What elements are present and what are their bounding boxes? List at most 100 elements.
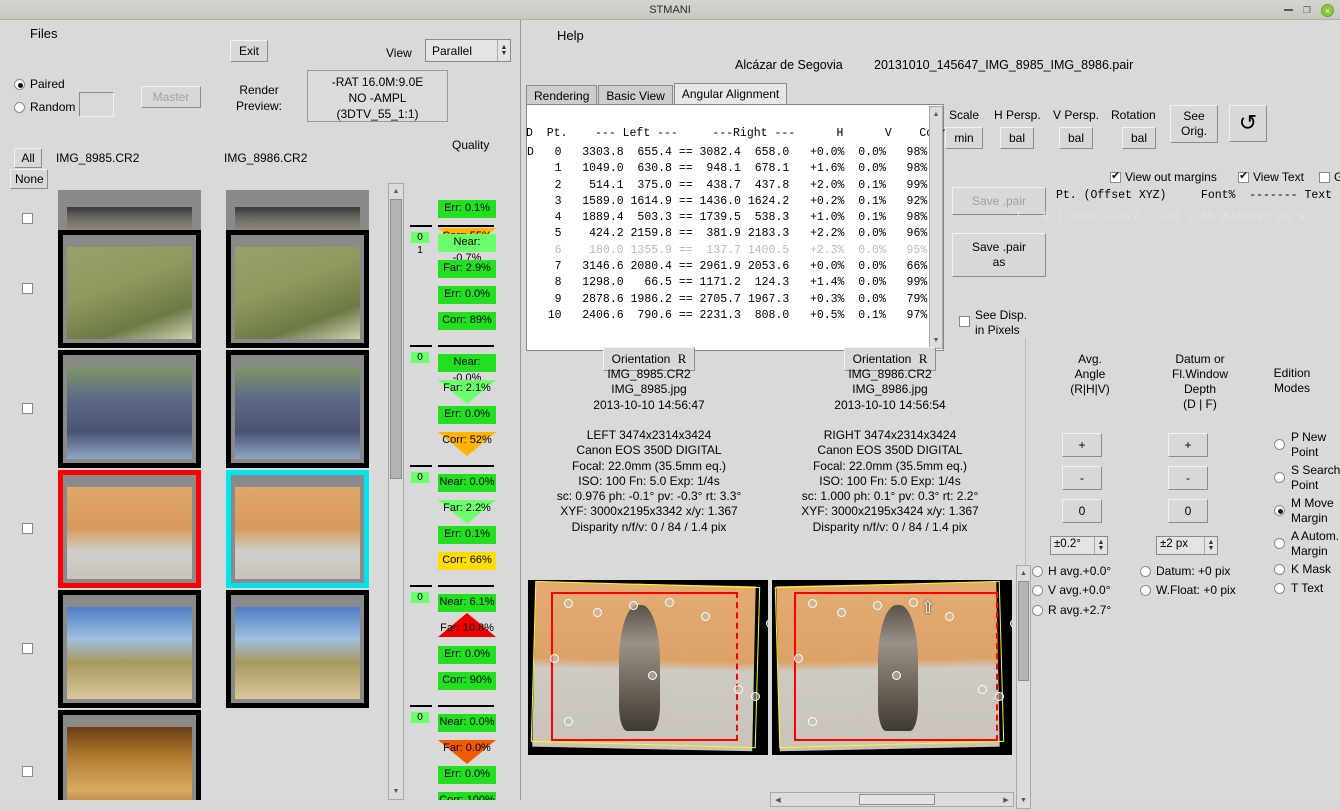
preview-control-point[interactable] bbox=[908, 597, 918, 607]
random-count-field[interactable] bbox=[79, 92, 114, 117]
thumbnail-left[interactable] bbox=[58, 230, 201, 348]
thumbnail-checkbox[interactable] bbox=[22, 523, 33, 534]
preview-control-point[interactable] bbox=[549, 653, 559, 663]
thumbnail-right[interactable] bbox=[226, 470, 369, 588]
radio-paired[interactable]: Paired bbox=[14, 77, 65, 91]
thumbnail-right[interactable] bbox=[226, 230, 369, 348]
view-text-checkbox[interactable]: View Text bbox=[1238, 170, 1304, 184]
view-mode-select[interactable]: Parallel ▲ ▼ bbox=[425, 39, 511, 62]
scroll-down-icon[interactable]: ▼ bbox=[390, 785, 402, 798]
preview-control-point[interactable] bbox=[793, 653, 803, 663]
table-row[interactable]: D 0 3303.8 655.4 == 3082.4 658.0 +0.0% 0… bbox=[527, 145, 927, 161]
help-menu[interactable]: Help bbox=[557, 28, 584, 43]
h-avg-radio[interactable]: H avg.+0.0° bbox=[1032, 564, 1111, 578]
edition-mode-a[interactable]: A Autom. Margin bbox=[1274, 527, 1340, 560]
text-annotations-row[interactable]: T 0 (-1092 +1477 +4) 2.5% Alcazar de S bbox=[1015, 211, 1305, 224]
h-persp-bal-button[interactable]: bal bbox=[1000, 127, 1034, 149]
view-text-check-icon[interactable] bbox=[1238, 170, 1249, 183]
preview-control-point[interactable] bbox=[765, 618, 768, 628]
points-table-body[interactable]: D 0 3303.8 655.4 == 3082.4 658.0 +0.0% 0… bbox=[527, 145, 927, 324]
table-row[interactable]: 5 424.2 2159.8 == 381.9 2183.3 +2.2% 0.0… bbox=[527, 226, 928, 242]
table-row[interactable]: 2 514.1 375.0 == 438.7 437.8 +2.0% 0.1% … bbox=[527, 178, 928, 194]
view-out-margins-check-icon[interactable] bbox=[1110, 170, 1121, 183]
table-row[interactable]: 6 180.0 1355.9 == 137.7 1400.5 +2.3% 0.0… bbox=[527, 243, 928, 259]
preview-scroll-down-icon[interactable]: ▼ bbox=[1018, 794, 1029, 807]
edition-mode-p[interactable]: P New Point bbox=[1274, 428, 1340, 461]
preview-control-point[interactable] bbox=[628, 601, 638, 610]
table-row[interactable]: 4 1889.4 503.3 == 1739.5 538.3 +1.0% 0.1… bbox=[527, 210, 928, 226]
thumbnail-checkbox[interactable] bbox=[22, 403, 33, 414]
table-row[interactable]: 9 2878.6 1986.2 == 2705.7 1967.3 +0.3% 0… bbox=[527, 292, 928, 308]
table-scroll-down-icon[interactable]: ▼ bbox=[931, 334, 941, 347]
edition-mode-radio-icon[interactable] bbox=[1274, 538, 1285, 549]
preview-left-image[interactable] bbox=[528, 580, 768, 755]
preview-control-point[interactable] bbox=[664, 597, 674, 607]
table-row[interactable]: 1 1049.0 630.8 == 948.1 678.1 +1.6% 0.0%… bbox=[527, 161, 928, 177]
datum-step-arrows[interactable]: ▲ ▼ bbox=[1204, 537, 1217, 554]
preview-control-point[interactable] bbox=[1009, 618, 1012, 628]
preview-control-point[interactable] bbox=[808, 716, 817, 726]
save-pair-as-button[interactable]: Save .pair as bbox=[952, 233, 1046, 277]
r-avg-radio-icon[interactable] bbox=[1032, 604, 1043, 616]
avg-angle-step-arrows[interactable]: ▲ ▼ bbox=[1094, 537, 1107, 554]
h-avg-radio-icon[interactable] bbox=[1032, 565, 1043, 577]
preview-vscroll-thumb[interactable] bbox=[1018, 581, 1029, 681]
maximize-icon[interactable]: ❐ bbox=[1303, 5, 1311, 16]
table-row[interactable]: 3 1589.0 1614.9 == 1436.0 1624.2 +0.2% 0… bbox=[527, 194, 928, 210]
thumbnail-checkbox[interactable] bbox=[22, 213, 33, 224]
v-avg-radio[interactable]: V avg.+0.0° bbox=[1032, 583, 1111, 597]
preview-move-cursor-icon[interactable]: ⇧ bbox=[921, 599, 935, 616]
edition-mode-radio-icon[interactable] bbox=[1274, 583, 1285, 594]
r-avg-radio[interactable]: R avg.+2.7° bbox=[1032, 603, 1111, 617]
datum-radio-icon[interactable] bbox=[1140, 565, 1151, 577]
reset-icon[interactable]: ↺ bbox=[1229, 105, 1267, 142]
table-row[interactable]: 10 2406.6 790.6 == 2231.3 808.0 +0.5% 0.… bbox=[527, 308, 928, 324]
thumbnail-checkbox[interactable] bbox=[22, 283, 33, 294]
see-orig-button[interactable]: See Orig. bbox=[1170, 105, 1218, 143]
edition-mode-radio-icon[interactable] bbox=[1274, 564, 1285, 575]
datum-zero-button[interactable]: 0 bbox=[1168, 499, 1208, 523]
thumbnail-right[interactable] bbox=[226, 350, 369, 468]
master-button[interactable]: Master bbox=[141, 86, 201, 108]
edition-mode-radio-icon[interactable] bbox=[1274, 439, 1285, 450]
preview-scroll-up-icon[interactable]: ▲ bbox=[1018, 567, 1029, 580]
rotation-bal-button[interactable]: bal bbox=[1122, 127, 1156, 149]
table-row[interactable]: 8 1298.0 66.5 == 1171.2 124.3 +1.4% 0.0%… bbox=[527, 275, 928, 291]
edition-mode-k[interactable]: K Mask bbox=[1274, 560, 1340, 579]
preview-control-point[interactable] bbox=[751, 692, 761, 701]
thumbnail-left[interactable] bbox=[58, 470, 201, 588]
edition-mode-radio-icon[interactable] bbox=[1274, 505, 1285, 516]
preview-vertical-scrollbar[interactable]: ▲ ▼ bbox=[1016, 565, 1031, 809]
edition-mode-radio-icon[interactable] bbox=[1274, 472, 1285, 483]
close-icon[interactable]: × bbox=[1321, 3, 1334, 17]
avg-angle-zero-button[interactable]: 0 bbox=[1062, 499, 1102, 523]
thumbnail-list[interactable]: Err: 0.1%Corr: 55%01Near: -0.7%Far: 2.9%… bbox=[0, 165, 521, 800]
scrollbar-thumb[interactable] bbox=[390, 199, 402, 479]
datum-minus-button[interactable]: - bbox=[1168, 466, 1208, 490]
paired-radio-icon[interactable] bbox=[14, 78, 25, 90]
view-mode-spinner[interactable]: ▲ ▼ bbox=[497, 40, 510, 61]
points-table-scrollbar[interactable]: ▲ ▼ bbox=[929, 106, 943, 349]
thumbnail-scrollbar[interactable]: ▲ ▼ bbox=[388, 183, 404, 800]
datum-radio[interactable]: Datum: +0 pix bbox=[1140, 564, 1230, 578]
edition-mode-m[interactable]: M Move Margin bbox=[1274, 494, 1340, 527]
exit-button[interactable]: Exit bbox=[230, 40, 268, 62]
preview-control-point[interactable] bbox=[836, 608, 846, 617]
datum-step-spinner[interactable]: ±2 px ▲ ▼ bbox=[1156, 536, 1218, 555]
scroll-up-icon[interactable]: ▲ bbox=[390, 185, 402, 198]
preview-control-point[interactable] bbox=[892, 671, 901, 680]
see-disp-in-pixels-checkbox[interactable]: See Disp. in Pixels bbox=[959, 308, 1027, 338]
table-row[interactable]: 7 3146.6 2080.4 == 2961.9 2053.6 +0.0% 0… bbox=[527, 259, 928, 275]
avg-angle-plus-button[interactable]: + bbox=[1062, 433, 1102, 457]
preview-control-point[interactable] bbox=[872, 601, 882, 610]
edition-mode-t[interactable]: T Text bbox=[1274, 579, 1340, 598]
scale-min-button[interactable]: min bbox=[945, 127, 983, 149]
v-persp-bal-button[interactable]: bal bbox=[1059, 127, 1093, 149]
preview-right-image[interactable]: ⇧ bbox=[772, 580, 1012, 755]
g-check-icon[interactable] bbox=[1319, 171, 1330, 183]
see-disp-check-icon[interactable] bbox=[959, 316, 970, 327]
thumbnail-checkbox[interactable] bbox=[22, 643, 33, 654]
preview-control-point[interactable] bbox=[648, 671, 657, 680]
view-out-margins-checkbox[interactable]: View out margins bbox=[1110, 170, 1217, 184]
edition-modes-list[interactable]: P New Point S Search Point M Move Margin A … bbox=[1274, 428, 1340, 598]
